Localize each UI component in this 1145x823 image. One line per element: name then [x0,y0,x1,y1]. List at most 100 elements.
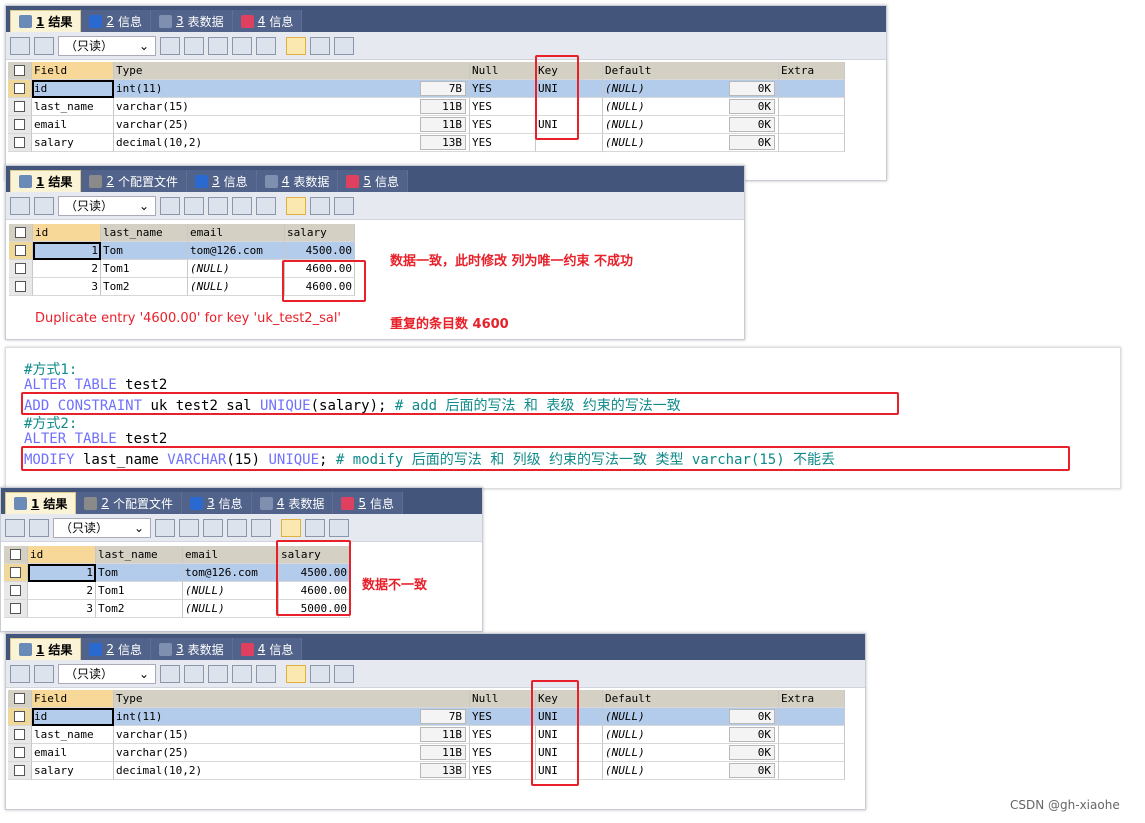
mode-select[interactable]: （只读） ⌄ [58,195,156,216]
table-row[interactable]: id int(11) 7B YES UNI (NULL) 0K [8,80,845,98]
column-header-null[interactable]: Null [470,690,536,708]
delete-icon[interactable] [232,196,252,215]
table-row[interactable]: 1 Tom tom@126.com 4500.00 [9,242,355,260]
text-view-icon[interactable] [334,196,354,215]
cell-default[interactable]: (NULL) 0K [603,726,779,744]
tab-1[interactable]: 1 结果 [5,492,77,514]
cell-extra[interactable] [779,726,845,744]
cell-id[interactable]: 1 [33,242,101,260]
delete-icon[interactable] [232,36,252,55]
cell-field[interactable]: id [32,80,114,98]
column-header-type[interactable]: Type [114,62,470,80]
cell-field[interactable]: email [32,116,114,134]
row-checkbox[interactable] [9,260,33,278]
cell-null[interactable]: YES [470,80,536,98]
tab-2[interactable]: 2 信息 [81,638,152,660]
column-header-salary[interactable]: salary [285,224,355,242]
cell-default[interactable]: (NULL) 0K [603,134,779,152]
table-row[interactable]: last_name varchar(15) 11B YES (NULL) 0K [8,98,845,116]
cell-default[interactable]: (NULL) 0K [603,80,779,98]
column-header-null[interactable]: Null [470,62,536,80]
select-all-checkbox[interactable] [8,690,32,708]
cell-null[interactable]: YES [470,708,536,726]
table-row[interactable]: salary decimal(10,2) 13B YES (NULL) 0K [8,134,845,152]
delete-icon[interactable] [227,518,247,537]
row-checkbox[interactable] [8,98,32,116]
cell-email[interactable]: (NULL) [188,278,285,296]
cell-last_name[interactable]: Tom1 [96,582,183,600]
duplicate-row-icon[interactable] [184,664,204,683]
cancel-icon[interactable] [256,36,276,55]
tab-3[interactable]: 3 信息 [187,170,257,192]
tab-4[interactable]: 4 表数据 [256,170,339,192]
cell-field[interactable]: last_name [32,98,114,116]
column-header-email[interactable]: email [188,224,285,242]
save-icon[interactable] [208,196,228,215]
cancel-icon[interactable] [256,664,276,683]
export-icon[interactable] [29,518,49,537]
duplicate-row-icon[interactable] [179,518,199,537]
cell-email[interactable]: tom@126.com [188,242,285,260]
add-row-icon[interactable] [160,196,180,215]
insert-row-icon[interactable] [10,664,30,683]
cell-email[interactable]: tom@126.com [183,564,279,582]
insert-row-icon[interactable] [10,196,30,215]
table-row[interactable]: email varchar(25) 11B YES UNI (NULL) 0K [8,744,845,762]
table-row[interactable]: id int(11) 7B YES UNI (NULL) 0K [8,708,845,726]
column-header-last_name[interactable]: last_name [101,224,188,242]
cell-field[interactable]: salary [32,134,114,152]
insert-row-icon[interactable] [10,36,30,55]
grid-view-icon[interactable] [286,196,306,215]
form-view-icon[interactable] [310,196,330,215]
text-view-icon[interactable] [334,36,354,55]
row-checkbox[interactable] [8,80,32,98]
cell-type[interactable]: varchar(25) 11B [114,116,470,134]
column-header-last_name[interactable]: last_name [96,546,183,564]
duplicate-row-icon[interactable] [184,36,204,55]
cell-default[interactable]: (NULL) 0K [603,98,779,116]
tab-5[interactable]: 5 信息 [333,492,403,514]
column-header-email[interactable]: email [183,546,279,564]
cell-extra[interactable] [779,708,845,726]
cell-type[interactable]: decimal(10,2) 13B [114,762,470,780]
cell-extra[interactable] [779,744,845,762]
column-header-field[interactable]: Field [32,690,114,708]
export-icon[interactable] [34,664,54,683]
cell-id[interactable]: 2 [28,582,96,600]
tab-4[interactable]: 4 表数据 [251,492,334,514]
cell-type[interactable]: int(11) 7B [114,708,470,726]
cell-default[interactable]: (NULL) 0K [603,708,779,726]
cell-type[interactable]: varchar(15) 11B [114,98,470,116]
row-checkbox[interactable] [4,582,28,600]
table-row[interactable]: email varchar(25) 11B YES UNI (NULL) 0K [8,116,845,134]
row-checkbox[interactable] [8,744,32,762]
save-icon[interactable] [208,664,228,683]
column-header-field[interactable]: Field [32,62,114,80]
save-icon[interactable] [208,36,228,55]
add-row-icon[interactable] [160,664,180,683]
cell-null[interactable]: YES [470,116,536,134]
cancel-icon[interactable] [256,196,276,215]
column-header-extra[interactable]: Extra [779,62,845,80]
cell-email[interactable]: (NULL) [188,260,285,278]
mode-select[interactable]: （只读） ⌄ [58,663,156,684]
insert-row-icon[interactable] [5,518,25,537]
tab-5[interactable]: 5 信息 [338,170,408,192]
cell-default[interactable]: (NULL) 0K [603,116,779,134]
save-icon[interactable] [203,518,223,537]
cell-email[interactable]: (NULL) [183,582,279,600]
cancel-icon[interactable] [251,518,271,537]
row-checkbox[interactable] [8,708,32,726]
cell-default[interactable]: (NULL) 0K [603,744,779,762]
text-view-icon[interactable] [334,664,354,683]
mode-select[interactable]: （只读） ⌄ [53,517,151,538]
column-header-type[interactable]: Type [114,690,470,708]
form-view-icon[interactable] [310,36,330,55]
cell-field[interactable]: salary [32,762,114,780]
grid-view-icon[interactable] [286,36,306,55]
cell-id[interactable]: 3 [33,278,101,296]
column-header-extra[interactable]: Extra [779,690,845,708]
export-icon[interactable] [34,196,54,215]
tab-2[interactable]: 2 个配置文件 [81,170,188,192]
row-checkbox[interactable] [8,116,32,134]
